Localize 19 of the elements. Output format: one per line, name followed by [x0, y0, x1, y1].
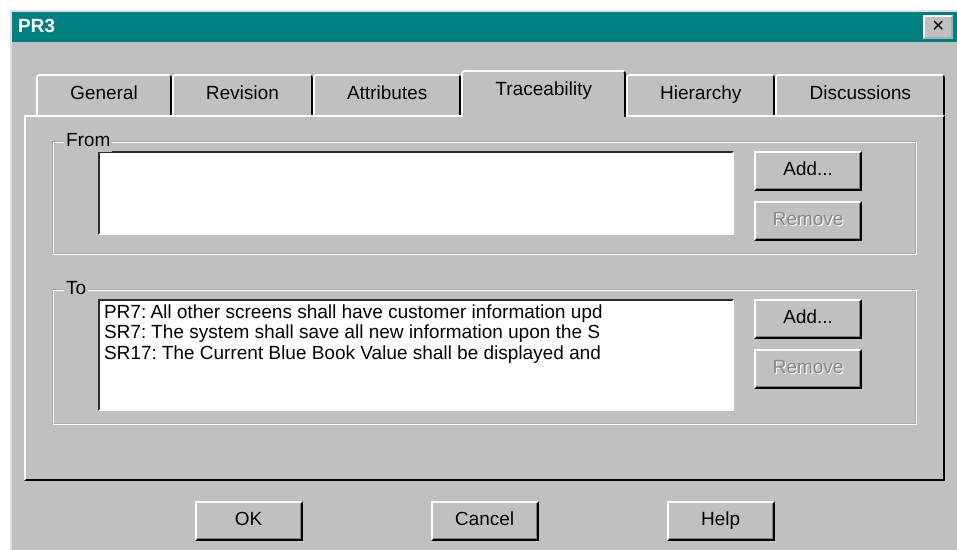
add-button[interactable]: Add...	[754, 150, 862, 190]
close-button[interactable]: ✕	[923, 15, 953, 39]
list-item[interactable]: SR17: The Current Blue Book Value shall be displayed and	[104, 344, 728, 366]
window-title: PR3	[18, 14, 55, 39]
group-label: From	[64, 130, 112, 152]
list-item[interactable]: PR7: All other screens shall have customer information upd	[104, 302, 728, 324]
tab[interactable]: Discussions	[775, 74, 946, 114]
list-box[interactable]: PR7: All other screens shall have customer information upd SR7: The system shall save all new information upon the S SR17: The Current Blue Book Value shall be displayed and	[98, 298, 734, 410]
list-item[interactable]: SR7: The system shall save all new information upon the S	[104, 323, 728, 344]
list-box[interactable]	[98, 150, 734, 234]
dialog-button[interactable]: Cancel	[430, 500, 538, 540]
dialog-button[interactable]: OK	[194, 500, 302, 540]
add-button[interactable]: Add...	[754, 298, 862, 338]
tab[interactable]: General	[36, 74, 172, 114]
tab[interactable]: Hierarchy	[626, 74, 776, 114]
tab[interactable]: Revision	[172, 74, 313, 114]
tab[interactable]: Attributes	[312, 74, 462, 114]
tab[interactable]: Traceability	[461, 70, 626, 116]
dialog-button[interactable]: Help	[666, 500, 774, 540]
